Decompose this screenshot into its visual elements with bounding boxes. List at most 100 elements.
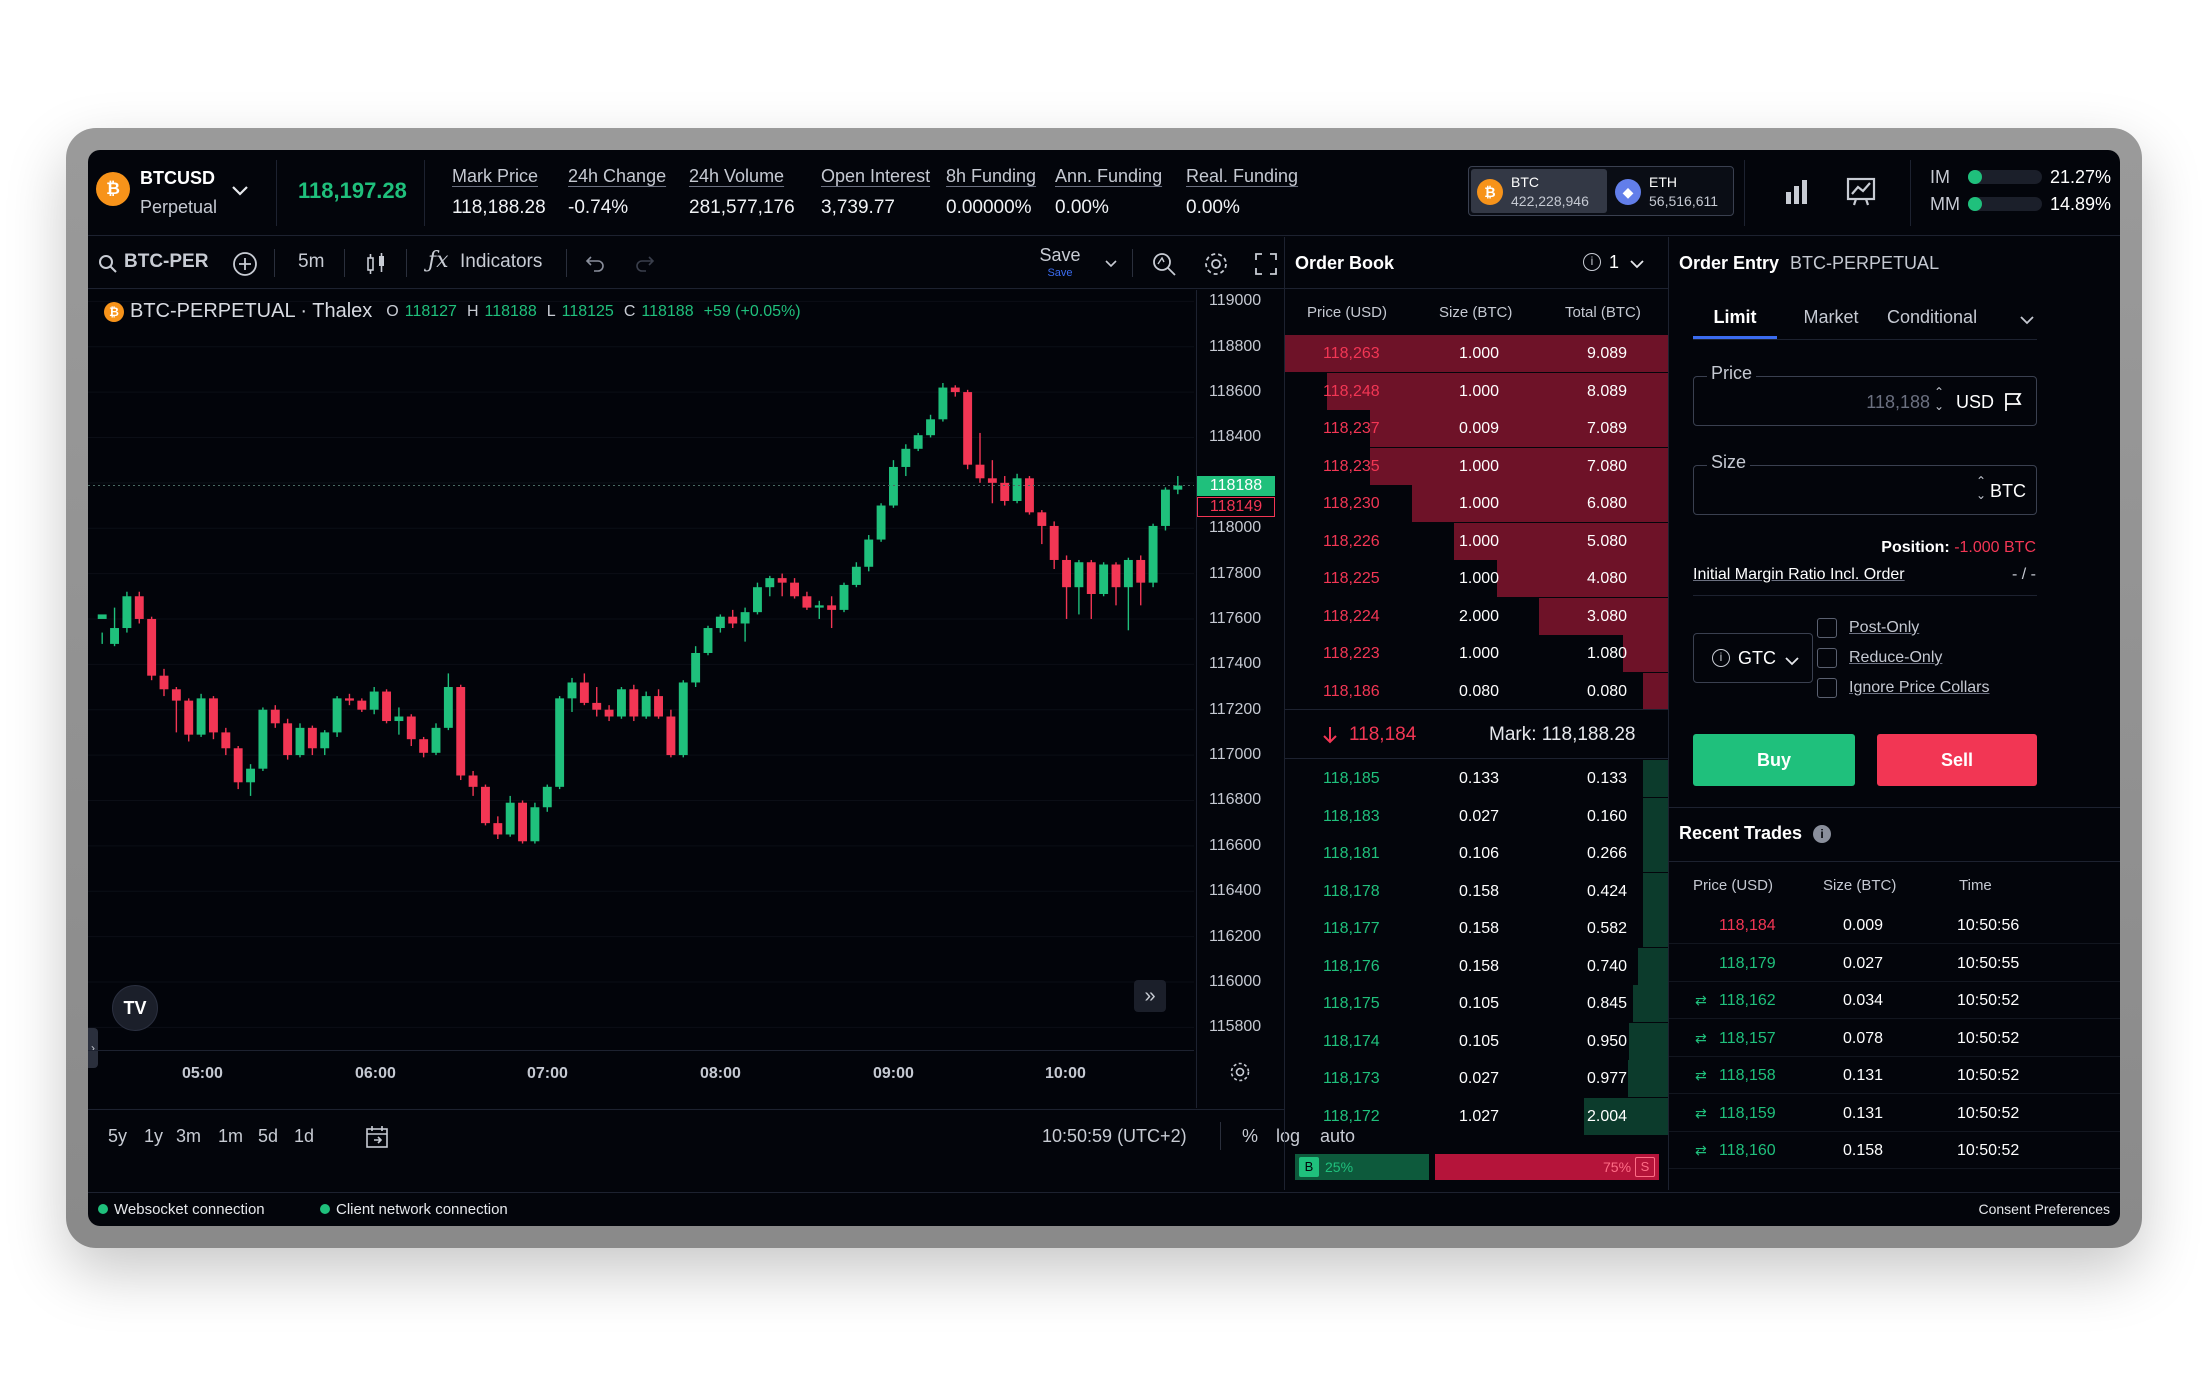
grouping-selector[interactable]: 1: [1609, 252, 1619, 273]
redo-icon[interactable]: [634, 253, 656, 273]
bid-row[interactable]: 118,183 0.027 0.160: [1285, 797, 1669, 835]
ask-row[interactable]: 118,263 1.000 9.089: [1285, 335, 1669, 372]
chevron-down-icon[interactable]: [1104, 259, 1118, 269]
symbol-selector[interactable]: BTCUSD Perpetual: [140, 168, 217, 218]
stepper-icon[interactable]: ⌃ ⌄: [1976, 474, 1986, 502]
reduce-only-label[interactable]: Reduce-Only: [1849, 649, 1942, 667]
bid-row[interactable]: 118,181 0.106 0.266: [1285, 835, 1669, 872]
bid-row[interactable]: 118,175 0.105 0.845: [1285, 985, 1669, 1022]
stepper-icon[interactable]: ⌃ ⌄: [1934, 385, 1944, 413]
bid-row[interactable]: 118,178 0.158 0.424: [1285, 872, 1669, 910]
wallet-eth[interactable]: ◆ ETH 56,516,611: [1609, 169, 1731, 213]
range-1d[interactable]: 1d: [294, 1126, 314, 1147]
bid-row[interactable]: 118,177 0.158 0.582: [1285, 910, 1669, 947]
tab-conditional[interactable]: Conditional: [1887, 307, 1977, 328]
bid-row[interactable]: 118,172 1.027 2.004: [1285, 1097, 1669, 1135]
ask-row[interactable]: 118,235 1.000 7.080: [1285, 447, 1669, 485]
ask-row[interactable]: 118,237 0.009 7.089: [1285, 410, 1669, 447]
function-icon[interactable]: ƒx: [428, 248, 449, 273]
liquidity-swap-icon: ⇄: [1695, 1142, 1707, 1158]
stat-mark-price[interactable]: Mark Price 118,188.28: [452, 166, 546, 219]
interval-selector[interactable]: 5m: [298, 251, 324, 273]
ask-row[interactable]: 118,248 1.000 8.089: [1285, 372, 1669, 410]
buy-button[interactable]: Buy: [1693, 734, 1855, 786]
candles-icon[interactable]: [364, 251, 388, 277]
chart-clock[interactable]: 10:50:59 (UTC+2): [1042, 1126, 1187, 1147]
quick-search-icon[interactable]: [1150, 250, 1178, 278]
calendar-icon[interactable]: [364, 1124, 390, 1150]
range-3m[interactable]: 3m: [176, 1126, 201, 1147]
indicators-button[interactable]: Indicators: [460, 251, 542, 273]
percent-toggle[interactable]: %: [1242, 1126, 1258, 1147]
search-icon[interactable]: [98, 254, 118, 274]
axis-settings-icon[interactable]: [1228, 1060, 1252, 1084]
flag-icon[interactable]: [2002, 391, 2024, 413]
bid-row[interactable]: 118,185 0.133 0.133: [1285, 760, 1669, 797]
tab-limit[interactable]: Limit: [1693, 307, 1777, 339]
wallet-btc[interactable]: ₿ BTC 422,228,946: [1471, 169, 1607, 213]
ignore-price-collars-label[interactable]: Ignore Price Collars: [1849, 679, 1990, 697]
save-button[interactable]: Save Save: [1038, 245, 1082, 279]
range-5y[interactable]: 5y: [108, 1126, 127, 1147]
ignore-price-collars-checkbox[interactable]: [1817, 678, 1837, 698]
sell-button[interactable]: Sell: [1877, 734, 2037, 786]
depth-bar: [1643, 797, 1669, 835]
stat-8h-funding[interactable]: 8h Funding 0.00000%: [946, 166, 1036, 219]
scroll-to-latest-icon[interactable]: »: [1134, 980, 1166, 1012]
time-in-force-select[interactable]: i GTC: [1693, 633, 1813, 683]
consent-preferences-link[interactable]: Consent Preferences: [1978, 1201, 2110, 1217]
range-1m[interactable]: 1m: [218, 1126, 243, 1147]
stat-real-funding[interactable]: Real. Funding 0.00%: [1186, 166, 1298, 219]
stat-ann-funding[interactable]: Ann. Funding 0.00%: [1055, 166, 1162, 219]
candle: [196, 693, 206, 737]
x-tick-label: 07:00: [527, 1065, 568, 1082]
ask-row[interactable]: 118,225 1.000 4.080: [1285, 560, 1669, 597]
chevron-down-icon[interactable]: [230, 184, 250, 198]
ask-row[interactable]: 118,186 0.080 0.080: [1285, 672, 1669, 710]
post-only-checkbox[interactable]: [1817, 618, 1837, 638]
candle: [790, 578, 799, 599]
gear-icon[interactable]: [1202, 250, 1230, 278]
info-icon[interactable]: i: [1583, 253, 1601, 271]
presentation-chart-icon[interactable]: [1844, 174, 1878, 208]
add-symbol-icon[interactable]: [232, 251, 258, 277]
candle: [777, 573, 787, 597]
candle-body: [876, 505, 886, 540]
candle: [1148, 523, 1158, 588]
post-only-label[interactable]: Post-Only: [1849, 619, 1919, 637]
stat-24h-change[interactable]: 24h Change -0.74%: [568, 166, 666, 219]
bar-chart-icon[interactable]: [1780, 174, 1814, 208]
reduce-only-checkbox[interactable]: [1817, 648, 1837, 668]
ask-row[interactable]: 118,223 1.000 1.080: [1285, 635, 1669, 672]
candle-body: [221, 732, 231, 749]
range-1y[interactable]: 1y: [144, 1126, 163, 1147]
candle-body: [542, 786, 552, 808]
stat-value: 118,188.28: [452, 197, 546, 218]
order-entry-header: Order Entry BTC-PERPETUAL: [1679, 253, 1939, 274]
bid-row[interactable]: 118,176 0.158 0.740: [1285, 947, 1669, 985]
chevron-down-icon[interactable]: [1629, 259, 1645, 269]
time-axis[interactable]: 05:00 06:00 07:00 08:00 09:00 10:00: [88, 1050, 1194, 1108]
candle-body: [443, 687, 453, 728]
tab-market[interactable]: Market: [1791, 307, 1871, 328]
ask-row[interactable]: 118,230 1.000 6.080: [1285, 485, 1669, 522]
range-5d[interactable]: 5d: [258, 1126, 278, 1147]
chevron-down-icon[interactable]: [2019, 315, 2035, 325]
tradingview-logo[interactable]: TV: [112, 985, 158, 1031]
stat-open-interest[interactable]: Open Interest 3,739.77: [821, 166, 930, 219]
stat-24h-volume[interactable]: 24h Volume 281,577,176: [689, 166, 795, 219]
undo-icon[interactable]: [584, 253, 606, 273]
divider: [344, 249, 345, 277]
wallet-balances[interactable]: ₿ BTC 422,228,946 ◆ ETH 56,516,611: [1468, 166, 1734, 216]
candlestick-plot[interactable]: ₿ BTC-PERPETUAL · Thalex O 118127 H 118188…: [88, 290, 1194, 1108]
ask-row[interactable]: 118,224 2.000 3.080: [1285, 597, 1669, 635]
price-axis[interactable]: 1190001188001186001184001182001180001178…: [1196, 290, 1284, 1108]
info-icon[interactable]: i: [1813, 825, 1831, 843]
candlestick-chart[interactable]: [88, 290, 1194, 1050]
bid-row[interactable]: 118,174 0.105 0.950: [1285, 1022, 1669, 1060]
ask-row[interactable]: 118,226 1.000 5.080: [1285, 522, 1669, 560]
bid-row[interactable]: 118,173 0.027 0.977: [1285, 1060, 1669, 1097]
fullscreen-icon[interactable]: [1254, 252, 1278, 276]
chart-bottom-bar: 5y 1y 3m 1m 5d 1d 10:50:59 (UTC+2) % log auto: [88, 1109, 1355, 1163]
symbol-search[interactable]: BTC-PER: [124, 251, 208, 273]
